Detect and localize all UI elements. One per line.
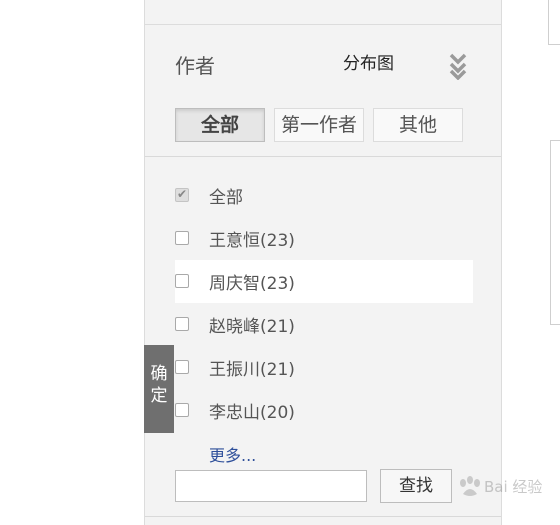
double-chevron-down-icon[interactable] — [449, 52, 467, 80]
distribution-chart-link[interactable]: 分布图 — [343, 49, 394, 74]
tab-other[interactable]: 其他 — [373, 108, 463, 142]
baidu-jingyan-watermark: Bai 经验 — [458, 474, 542, 500]
list-item[interactable]: 王振川(21) — [175, 346, 473, 389]
check-icon: ✔ — [177, 187, 188, 201]
confirm-button[interactable]: 确定 — [144, 345, 174, 433]
list-item[interactable]: 赵晓峰(21) — [175, 303, 473, 346]
author-label: 王意恒(23) — [209, 231, 295, 251]
author-list: ✔ 全部 王意恒(23) 周庆智(23) 赵晓峰(21) 王振川(21) 李忠山… — [175, 174, 473, 432]
tab-all[interactable]: 全部 — [175, 108, 265, 142]
checkbox[interactable] — [175, 231, 189, 245]
more-link[interactable]: 更多... — [209, 442, 256, 466]
checkbox[interactable] — [175, 403, 189, 417]
divider — [145, 156, 501, 157]
author-label: 全部 — [209, 188, 243, 208]
list-item[interactable]: 李忠山(20) — [175, 389, 473, 432]
watermark-text: Bai 经验 — [484, 478, 543, 496]
divider — [145, 516, 501, 517]
tab-first-author[interactable]: 第一作者 — [274, 108, 364, 142]
author-search-input[interactable] — [175, 470, 367, 502]
side-panel-box — [550, 140, 560, 325]
author-label: 李忠山(20) — [209, 403, 295, 423]
checkbox[interactable] — [175, 274, 189, 288]
panel-title: 作者 — [175, 54, 215, 78]
checkbox-checked[interactable]: ✔ — [175, 187, 189, 202]
list-item[interactable]: 周庆智(23) — [175, 260, 473, 303]
side-panel-edge — [548, 0, 560, 45]
checkbox[interactable] — [175, 360, 189, 374]
list-item[interactable]: 王意恒(23) — [175, 217, 473, 260]
search-button[interactable]: 查找 — [380, 469, 452, 503]
confirm-label: 确定 — [150, 364, 168, 406]
author-label: 赵晓峰(21) — [209, 317, 295, 337]
divider — [145, 24, 501, 25]
author-filter-panel: 作者 分布图 全部 第一作者 其他 ✔ 全部 王意恒(23) 周庆智(23) 赵… — [144, 0, 502, 525]
author-label: 周庆智(23) — [209, 274, 295, 294]
paw-icon — [460, 476, 480, 496]
checkbox[interactable] — [175, 317, 189, 331]
list-item[interactable]: ✔ 全部 — [175, 174, 473, 217]
author-label: 王振川(21) — [209, 360, 295, 380]
